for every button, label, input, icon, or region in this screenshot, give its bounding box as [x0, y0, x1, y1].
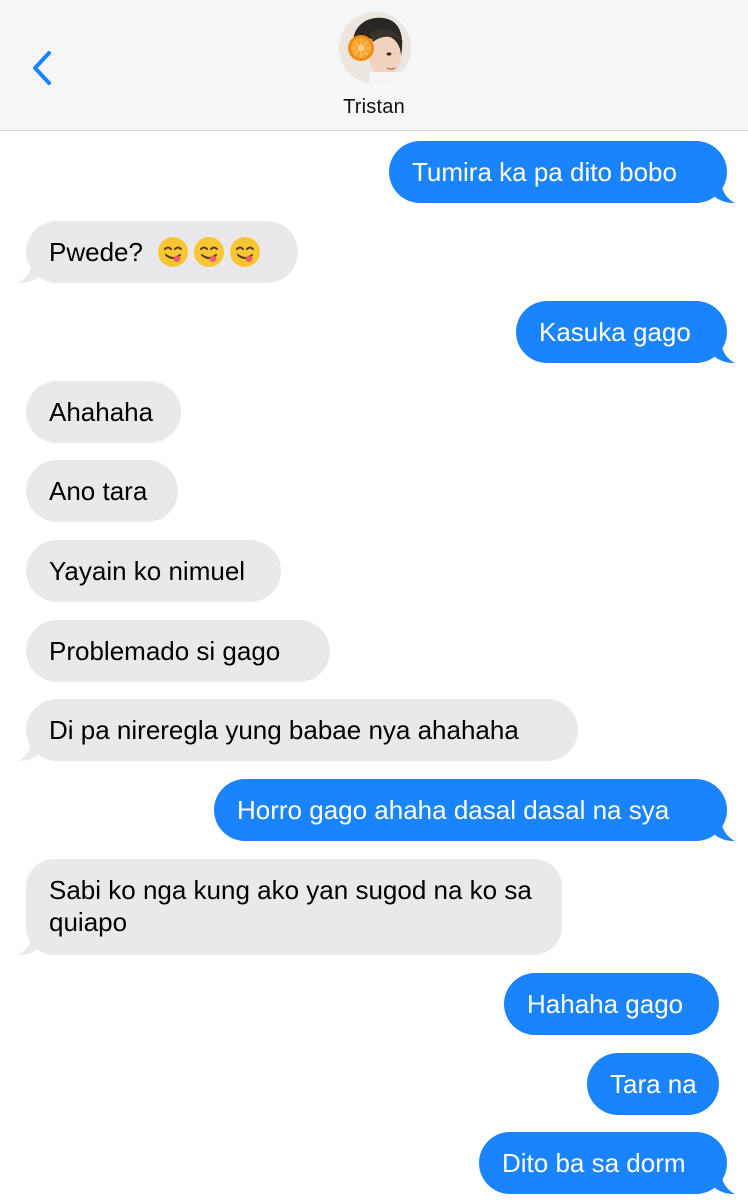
message-bubble-incoming[interactable]: Problemado si gago	[26, 620, 330, 682]
message-bubble-incoming[interactable]: Di pa nireregla yung babae nya ahahaha	[18, 699, 578, 761]
avatar-photo	[339, 12, 411, 84]
message-text: Pwede?	[49, 237, 143, 267]
contact-name[interactable]: Tristan	[0, 96, 748, 119]
bubble-tail	[713, 339, 735, 363]
bubble-tail	[18, 737, 40, 761]
message-text: Ano tara	[49, 476, 148, 506]
message-text: Horro gago ahaha dasal dasal na sya	[237, 795, 670, 825]
yum-face-icon	[229, 237, 260, 267]
message-bubble-outgoing[interactable]: Horro gago ahaha dasal dasal na sya	[214, 779, 735, 841]
bubble-tail	[713, 1170, 735, 1194]
message-bubble-incoming[interactable]: Pwede?	[18, 221, 298, 283]
message-text: Kasuka gago	[539, 317, 691, 347]
message-text: Tumira ka pa dito bobo	[412, 157, 677, 187]
message-text: Problemado si gago	[49, 636, 281, 666]
message-bubble-outgoing[interactable]: Tara na	[587, 1053, 719, 1115]
bubble-tail	[713, 817, 735, 841]
message-bubble-incoming[interactable]: Ano tara	[26, 460, 178, 522]
back-button[interactable]	[24, 44, 60, 92]
yum-face-icon	[193, 237, 224, 267]
message-text: Dito ba sa dorm	[502, 1148, 686, 1178]
message-bubble-outgoing[interactable]: Hahaha gago	[504, 973, 719, 1035]
bubble-tail	[18, 931, 40, 955]
message-bubble-incoming[interactable]: Sabi ko nga kung ako yan sugod na ko sa …	[18, 859, 562, 955]
message-text: Ahahaha	[49, 397, 154, 427]
message-bubble-outgoing[interactable]: Tumira ka pa dito bobo	[389, 141, 735, 203]
yum-face-icon	[157, 237, 188, 267]
chevron-left-icon	[33, 51, 51, 85]
bubble-tail	[713, 179, 735, 203]
message-bubble-outgoing[interactable]: Kasuka gago	[516, 301, 735, 363]
message-text: Sabi ko nga kung ako yan sugod na ko sa …	[49, 875, 532, 937]
message-text: Hahaha gago	[527, 989, 684, 1019]
message-bubble-outgoing[interactable]: Dito ba sa dorm	[479, 1132, 735, 1194]
conversation-header: Tristan	[0, 0, 748, 131]
message-text: Yayain ko nimuel	[49, 556, 246, 586]
message-text: Di pa nireregla yung babae nya ahahaha	[49, 715, 519, 745]
contact-avatar[interactable]	[339, 12, 411, 84]
bubble-tail	[18, 259, 40, 283]
message-bubble-incoming[interactable]: Ahahaha	[26, 381, 181, 443]
message-text: Tara na	[610, 1069, 697, 1099]
message-bubble-incoming[interactable]: Yayain ko nimuel	[26, 540, 281, 602]
